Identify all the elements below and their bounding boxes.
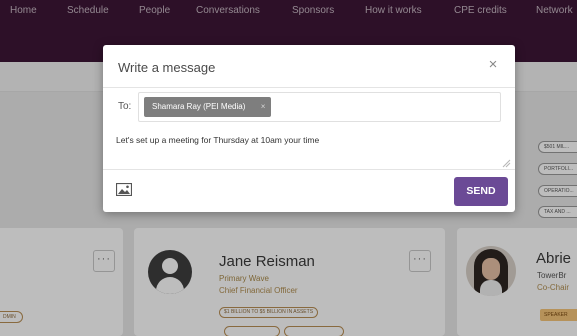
recipient-field[interactable]: Shamara Ray (PEI Media) × xyxy=(138,92,501,122)
message-textarea[interactable]: Let's set up a meeting for Thursday at 1… xyxy=(103,128,515,170)
send-button[interactable]: SEND xyxy=(454,177,508,206)
remove-recipient-icon[interactable]: × xyxy=(261,97,266,117)
resize-handle-icon[interactable] xyxy=(501,158,511,168)
message-text: Let's set up a meeting for Thursday at 1… xyxy=(116,135,320,145)
divider xyxy=(103,87,515,88)
dialog-title: Write a message xyxy=(118,60,216,75)
image-icon[interactable] xyxy=(116,183,132,196)
close-button[interactable]: × xyxy=(485,57,501,73)
write-message-dialog: Write a message × To: Shamara Ray (PEI M… xyxy=(103,45,515,212)
recipient-name: Shamara Ray (PEI Media) xyxy=(152,102,246,111)
close-icon: × xyxy=(488,56,498,73)
to-label: To: xyxy=(118,101,132,112)
recipient-chip[interactable]: Shamara Ray (PEI Media) × xyxy=(144,97,272,117)
